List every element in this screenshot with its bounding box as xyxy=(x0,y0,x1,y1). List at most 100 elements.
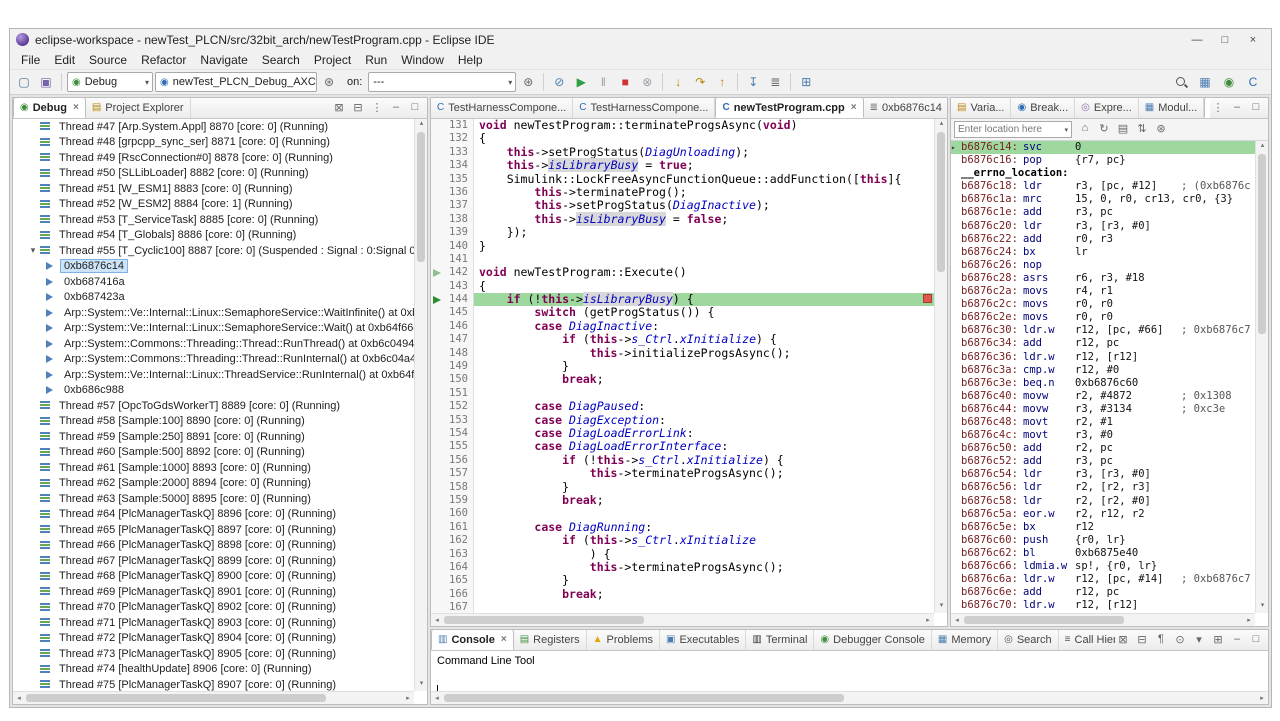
disasm-row[interactable]: b6876c24:bxlr xyxy=(951,246,1255,259)
disasm-row[interactable]: b6876c36:ldr.wr12, [r12] xyxy=(951,351,1255,364)
scroll-down-icon[interactable]: ▾ xyxy=(1256,601,1269,613)
disasm-row[interactable]: b6876c52:addr3, pc xyxy=(951,455,1255,468)
console-view-tab-debugger-console[interactable]: ◉Debugger Console xyxy=(814,629,931,650)
disasm-row[interactable]: b6876c30:ldr.wr12, [pc, #66]; 0xb6876c7 xyxy=(951,324,1255,337)
minimize-view-icon[interactable]: – xyxy=(1229,631,1245,647)
debug-vertical-scrollbar[interactable]: ▴ ▾ xyxy=(414,119,427,691)
home-icon[interactable]: ⌂ xyxy=(1077,120,1093,136)
code-line[interactable]: 159 break; xyxy=(431,494,934,507)
menu-navigate[interactable]: Navigate xyxy=(193,51,254,69)
console-view-tab-terminal[interactable]: ▥Terminal xyxy=(746,629,814,650)
disasm-row[interactable]: b6876c1e:addr3, pc xyxy=(951,206,1255,219)
thread-row[interactable]: Thread #59 [Sample:250] 8891 [core: 0] (… xyxy=(13,429,414,445)
view-menu-icon[interactable]: ⋮ xyxy=(1210,99,1226,115)
maximize-button[interactable]: □ xyxy=(1213,31,1237,48)
collapse-all-icon[interactable]: ⊟ xyxy=(350,99,366,115)
code-line[interactable]: 135 Simulink::LockFreeAsyncFunctionQueue… xyxy=(431,173,934,186)
step-over-icon[interactable]: ↷ xyxy=(690,72,710,92)
thread-row[interactable]: Thread #50 [SLLibLoader] 8882 [core: 0] … xyxy=(13,166,414,182)
disasm-row[interactable]: b6876c5a:eor.wr2, r12, r2 xyxy=(951,508,1255,521)
thread-row[interactable]: Thread #52 [W_ESM2] 8884 [core: 1] (Runn… xyxy=(13,197,414,213)
editor-tab-newtestprogram-cpp[interactable]: CnewTestProgram.cpp× xyxy=(715,97,863,118)
thread-row[interactable]: Thread #73 [PlcManagerTaskQ] 8905 [core:… xyxy=(13,646,414,662)
scrollbar-thumb[interactable] xyxy=(964,616,1124,624)
show-opcodes-icon[interactable]: ▤ xyxy=(1115,120,1131,136)
code-line[interactable]: 155 case DiagLoadErrorInterface: xyxy=(431,440,934,453)
stack-frame-row[interactable]: 0xb6876c14 xyxy=(13,259,414,275)
code-line[interactable]: 149 } xyxy=(431,360,934,373)
scrollbar-thumb[interactable] xyxy=(26,694,326,702)
step-into-icon[interactable]: ↓ xyxy=(668,72,688,92)
disasm-horizontal-scrollbar[interactable]: ◂ ▸ xyxy=(951,613,1255,626)
thread-row[interactable]: Thread #58 [Sample:100] 8890 [core: 0] (… xyxy=(13,414,414,430)
disasm-row[interactable]: b6876c28:asrsr6, r3, #18 xyxy=(951,272,1255,285)
scrollbar-thumb[interactable] xyxy=(1258,154,1266,334)
scroll-left-icon[interactable]: ◂ xyxy=(13,692,25,705)
code-line[interactable]: 146 case DiagInactive: xyxy=(431,320,934,333)
scroll-left-icon[interactable]: ◂ xyxy=(431,614,443,627)
maximize-view-icon[interactable]: □ xyxy=(1248,99,1264,115)
thread-row[interactable]: Thread #69 [PlcManagerTaskQ] 8901 [core:… xyxy=(13,584,414,600)
close-tab-icon[interactable]: × xyxy=(73,102,79,113)
code-line[interactable]: 151 xyxy=(431,387,934,400)
code-line[interactable]: 141 xyxy=(431,253,934,266)
disasm-row[interactable]: b6876c54:ldrr3, [r3, #0] xyxy=(951,468,1255,481)
scrollbar-thumb[interactable] xyxy=(417,132,425,262)
clear-console-icon[interactable]: ⊠ xyxy=(1115,631,1131,647)
stack-frame-row[interactable]: Arp::System::Commons::Threading::Thread:… xyxy=(13,352,414,368)
connection-settings-icon[interactable]: ⊛ xyxy=(518,72,538,92)
disasm-lines[interactable]: ▸b6876c14:svc0b6876c16:pop{r7, pc}__errn… xyxy=(951,141,1255,613)
disasm-row[interactable]: b6876c20:ldrr3, [r3, #0] xyxy=(951,220,1255,233)
new-wizard-icon[interactable]: ▢ xyxy=(14,72,34,92)
code-editor[interactable]: 131void newTestProgram::terminateProgsAs… xyxy=(431,119,934,613)
menu-refactor[interactable]: Refactor xyxy=(134,51,193,69)
code-line[interactable]: 153 case DiagException: xyxy=(431,414,934,427)
pin-console-icon[interactable]: ⊙ xyxy=(1172,631,1188,647)
scroll-left-icon[interactable]: ◂ xyxy=(951,614,963,627)
minimize-view-icon[interactable]: – xyxy=(388,99,404,115)
stack-frame-row[interactable]: Arp::System::Ve::Internal::Linux::Thread… xyxy=(13,367,414,383)
word-wrap-icon[interactable]: ¶ xyxy=(1153,631,1169,647)
code-line[interactable]: 136 this->terminateProg(); xyxy=(431,186,934,199)
console-view-tab-problems[interactable]: ▲Problems xyxy=(587,629,660,650)
editor-tab-testharnesscompone[interactable]: CTestHarnessCompone... xyxy=(431,97,573,118)
disasm-row[interactable]: b6876c16:pop{r7, pc} xyxy=(951,154,1255,167)
thread-row[interactable]: Thread #70 [PlcManagerTaskQ] 8902 [core:… xyxy=(13,600,414,616)
code-line[interactable]: 160 xyxy=(431,507,934,520)
menu-source[interactable]: Source xyxy=(82,51,134,69)
close-button[interactable]: × xyxy=(1241,31,1265,48)
editor-vertical-scrollbar[interactable]: ▴ ▾ xyxy=(934,119,947,613)
close-tab-icon[interactable]: × xyxy=(501,634,507,645)
code-line[interactable]: 147 if (this->s_Ctrl.xInitialize) { xyxy=(431,333,934,346)
code-line[interactable]: 139 }); xyxy=(431,226,934,239)
disasm-row[interactable]: b6876c2c:movsr0, r0 xyxy=(951,298,1255,311)
scroll-right-icon[interactable]: ▸ xyxy=(1243,614,1255,627)
maximize-view-icon[interactable]: □ xyxy=(407,99,423,115)
right-view-tab-modul[interactable]: ▦Modul... xyxy=(1139,97,1205,118)
code-line[interactable]: 142void newTestProgram::Execute() xyxy=(431,266,934,279)
thread-row[interactable]: Thread #71 [PlcManagerTaskQ] 8903 [core:… xyxy=(13,615,414,631)
scroll-right-icon[interactable]: ▸ xyxy=(402,692,414,705)
code-line[interactable]: 145 switch (getProgStatus()) { xyxy=(431,306,934,319)
thread-row[interactable]: Thread #48 [grpcpp_sync_ser] 8871 [core:… xyxy=(13,135,414,151)
connection-combo[interactable]: ---▾ xyxy=(368,72,516,92)
menu-project[interactable]: Project xyxy=(307,51,358,69)
settings-icon[interactable]: ⊛ xyxy=(1153,120,1169,136)
scroll-right-icon[interactable]: ▸ xyxy=(922,614,934,627)
thread-row[interactable]: Thread #51 [W_ESM1] 8883 [core: 0] (Runn… xyxy=(13,181,414,197)
scroll-up-icon[interactable]: ▴ xyxy=(415,119,428,131)
location-combo[interactable]: Enter location here ▾ xyxy=(954,121,1072,138)
code-line[interactable]: 133 this->setProgStatus(DiagUnloading); xyxy=(431,146,934,159)
stack-frame-row[interactable]: 0xb687423a xyxy=(13,290,414,306)
code-line[interactable]: 134 this->isLibraryBusy = true; xyxy=(431,159,934,172)
code-line[interactable]: 164 this->terminateProgsAsync(); xyxy=(431,561,934,574)
disasm-vertical-scrollbar[interactable]: ▴ ▾ xyxy=(1255,141,1268,613)
scroll-up-icon[interactable]: ▴ xyxy=(935,119,948,131)
instruction-stepping-icon[interactable]: ≣ xyxy=(765,72,785,92)
debug-view-tab-debug[interactable]: ◉Debug× xyxy=(13,97,86,118)
code-line[interactable]: 140} xyxy=(431,240,934,253)
stack-frame-row[interactable]: Arp::System::Commons::Threading::Thread:… xyxy=(13,336,414,352)
code-line[interactable]: 144 if (!this->isLibraryBusy) { xyxy=(431,293,934,306)
right-view-tab-break[interactable]: ◉Break... xyxy=(1011,97,1075,118)
code-line[interactable]: 161 case DiagRunning: xyxy=(431,521,934,534)
